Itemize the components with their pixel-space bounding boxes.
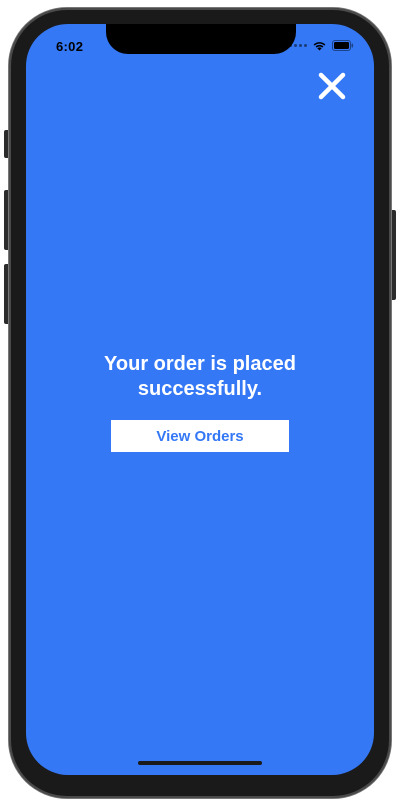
status-time: 6:02: [56, 39, 84, 54]
signal-icon: [289, 44, 307, 47]
order-confirmation-screen: 6:02 Your order is placed successfully. …: [26, 24, 374, 775]
view-orders-button[interactable]: View Orders: [111, 420, 289, 452]
status-icons: [289, 40, 354, 51]
confirmation-message: Your order is placed successfully.: [104, 353, 296, 400]
battery-icon: [332, 40, 354, 51]
close-button[interactable]: [316, 70, 348, 102]
confirmation-content: Your order is placed successfully. View …: [26, 352, 374, 452]
device-stage: 6:02 Your order is placed successfully. …: [0, 0, 400, 806]
notch: [106, 24, 296, 54]
close-icon: [318, 72, 346, 100]
wifi-icon: [313, 42, 326, 51]
home-indicator[interactable]: [138, 761, 262, 765]
